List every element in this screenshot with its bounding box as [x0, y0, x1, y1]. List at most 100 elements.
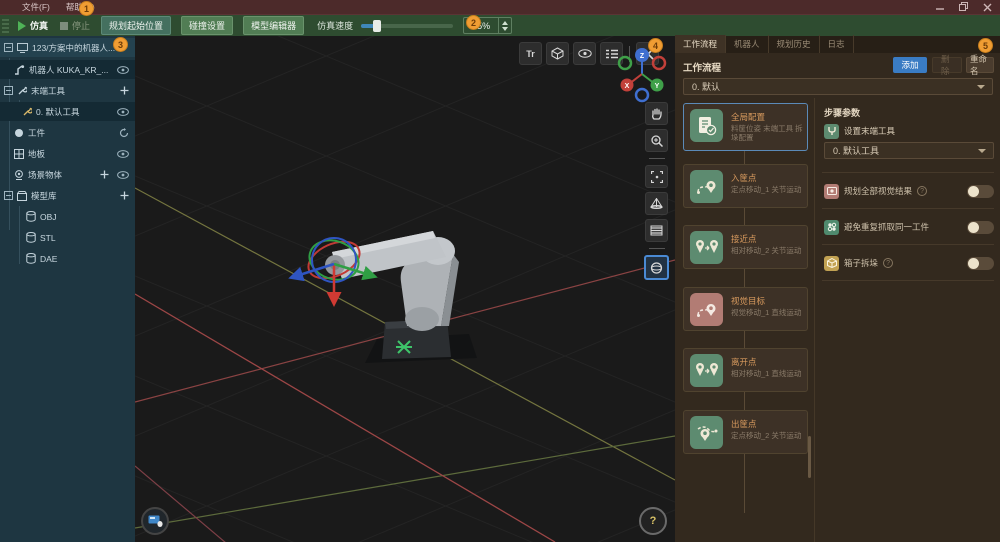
sim-speed-slider[interactable] [361, 19, 454, 32]
visibility-eye-icon[interactable] [117, 65, 129, 74]
step-card-approach-point[interactable]: 接近点 相对移动_2 关节运动 [683, 225, 808, 269]
eye-icon [577, 49, 592, 58]
add-workflow-button[interactable]: 添加 [893, 57, 927, 73]
minimize-button[interactable] [936, 3, 945, 12]
refresh-icon[interactable] [119, 127, 129, 138]
close-button[interactable] [983, 3, 992, 12]
scene-canvas [135, 36, 675, 542]
tr-icon: Tr [526, 48, 535, 59]
collapse-icon[interactable] [4, 191, 13, 200]
frame-labels-button[interactable]: Tr [519, 42, 542, 65]
tab-workflow[interactable]: 工作流程 [675, 35, 727, 53]
workflow-select[interactable]: 0. 默认 [683, 78, 993, 95]
plan-start-position-button[interactable]: 规划起始位置 [101, 16, 172, 35]
tree-item-model-library[interactable]: 模型库 [0, 186, 135, 205]
project-icon [17, 42, 28, 53]
step-card-global-config[interactable]: 全局配置 料筐位姿 末端工具 拆垛配置 [683, 103, 808, 151]
tree-item-default-tool[interactable]: 0. 默认工具 [0, 102, 135, 121]
chevron-down-icon [978, 148, 986, 153]
model-editor-button[interactable]: 模型编辑器 [243, 16, 305, 35]
path-pin-icon [690, 416, 723, 449]
stop-button[interactable]: 停止 [60, 19, 90, 32]
tree-item-dae[interactable]: DAE [0, 249, 135, 268]
tree-item-end-tools[interactable]: 末端工具 [0, 81, 135, 100]
info-icon[interactable]: ? [883, 258, 894, 268]
perspective-button[interactable] [645, 192, 668, 215]
annotation-badge-2: 2 [466, 15, 481, 30]
tree-item-workpiece[interactable]: 工件 [0, 123, 135, 142]
svg-text:Y: Y [655, 83, 660, 90]
help-button[interactable]: ? [639, 507, 667, 535]
box-depal-toggle[interactable] [967, 256, 994, 270]
visibility-button[interactable] [573, 42, 596, 65]
pan-button[interactable] [645, 102, 668, 125]
add-icon[interactable] [120, 191, 129, 200]
delete-workflow-button[interactable]: 删除 [932, 54, 962, 76]
add-icon[interactable] [120, 86, 129, 95]
tree-item-robot[interactable]: 机器人 KUKA_KR_... [0, 60, 135, 79]
collision-settings-button[interactable]: 碰撞设置 [181, 16, 234, 35]
app-window: 文件(F) 帮助(H) 1 仿真 停止 规划起始位置 碰撞设置 模型编辑器 仿真… [0, 0, 1000, 542]
spinner-up-icon[interactable] [502, 20, 509, 25]
toolbar-grip[interactable] [2, 18, 9, 33]
axis-neg-x-ball [651, 55, 667, 71]
workflow-section-title: 工作流程 [683, 63, 722, 74]
question-glyph: ? [649, 515, 657, 527]
tab-robot[interactable]: 机器人 [726, 35, 769, 53]
annotation-badge-4: 4 [648, 38, 663, 53]
gizmo-toggle-button[interactable] [546, 42, 569, 65]
tab-log[interactable]: 日志 [820, 35, 854, 53]
add-icon[interactable] [100, 170, 109, 179]
hand-icon [652, 107, 662, 120]
layers-button[interactable] [645, 219, 668, 242]
end-tool-icon [824, 123, 839, 139]
annotation-badge-3: 3 [113, 37, 128, 52]
zoom-button[interactable] [645, 129, 668, 152]
step-card-vision-target[interactable]: 视觉目标 视觉移动_1 直线运动 [683, 287, 808, 331]
tab-plan-history[interactable]: 规划历史 [769, 35, 820, 53]
tree-item-floor[interactable]: 地板 [0, 144, 135, 163]
spinner-down-icon[interactable] [502, 26, 509, 31]
run-button[interactable]: 仿真 [18, 19, 48, 32]
step-card-exit-point[interactable]: 出筐点 定点移动_2 关节运动 [683, 410, 808, 454]
projection-button[interactable] [644, 255, 669, 280]
collapse-icon[interactable] [4, 43, 13, 52]
divider [822, 244, 994, 245]
toolbar-divider [648, 158, 665, 159]
tree-item-scene-objects[interactable]: 场景物体 [0, 165, 135, 184]
param-toggle-row: 箱子拆垛 ? [824, 254, 994, 272]
sim-speed-label: 仿真速度 [317, 21, 354, 31]
workpiece-icon [14, 128, 24, 138]
step-card-depart-point[interactable]: 离开点 相对移动_1 直线运动 [683, 348, 808, 392]
path-pin-icon [690, 170, 723, 203]
slider-handle[interactable] [373, 19, 382, 32]
tree-item-obj[interactable]: OBJ [0, 207, 135, 226]
library-icon [17, 190, 27, 201]
vision-results-icon [824, 183, 839, 199]
view-control-button[interactable] [141, 507, 169, 535]
visibility-eye-icon[interactable] [117, 170, 129, 179]
fit-view-button[interactable] [645, 165, 668, 188]
plan-all-vision-toggle[interactable] [967, 184, 994, 198]
collapse-icon[interactable] [4, 86, 13, 95]
info-icon[interactable]: ? [917, 186, 928, 196]
annotation-badge-5: 5 [978, 38, 993, 53]
viewport-3d[interactable]: Tr Z X Y ? [135, 36, 675, 542]
database-icon [26, 232, 36, 243]
param-toggle-row: 规划全部视觉结果 ? [824, 182, 994, 200]
global-config-icon [690, 109, 723, 142]
divider [822, 280, 994, 281]
orientation-gizmo[interactable]: Z X Y [611, 40, 673, 106]
tool-select[interactable]: 0. 默认工具 [824, 142, 994, 159]
rename-workflow-button[interactable]: 重命名 [966, 54, 994, 76]
svg-text:Z: Z [640, 53, 645, 60]
avoid-repeat-grab-toggle[interactable] [967, 220, 994, 234]
visibility-eye-icon[interactable] [117, 107, 129, 116]
cards-scrollbar[interactable] [808, 436, 811, 478]
restore-button[interactable] [959, 2, 969, 12]
visibility-eye-icon[interactable] [117, 149, 129, 158]
step-parameters-panel: 步骤参数 设置末端工具 0. 默认工具 规划全部视觉结果 ? 避免重复抓取同一工… [814, 98, 1000, 542]
menu-file[interactable]: 文件(F) [14, 1, 58, 13]
tree-item-stl[interactable]: STL [0, 228, 135, 247]
step-card-entry-point[interactable]: 入筐点 定点移动_1 关节运动 [683, 164, 808, 208]
